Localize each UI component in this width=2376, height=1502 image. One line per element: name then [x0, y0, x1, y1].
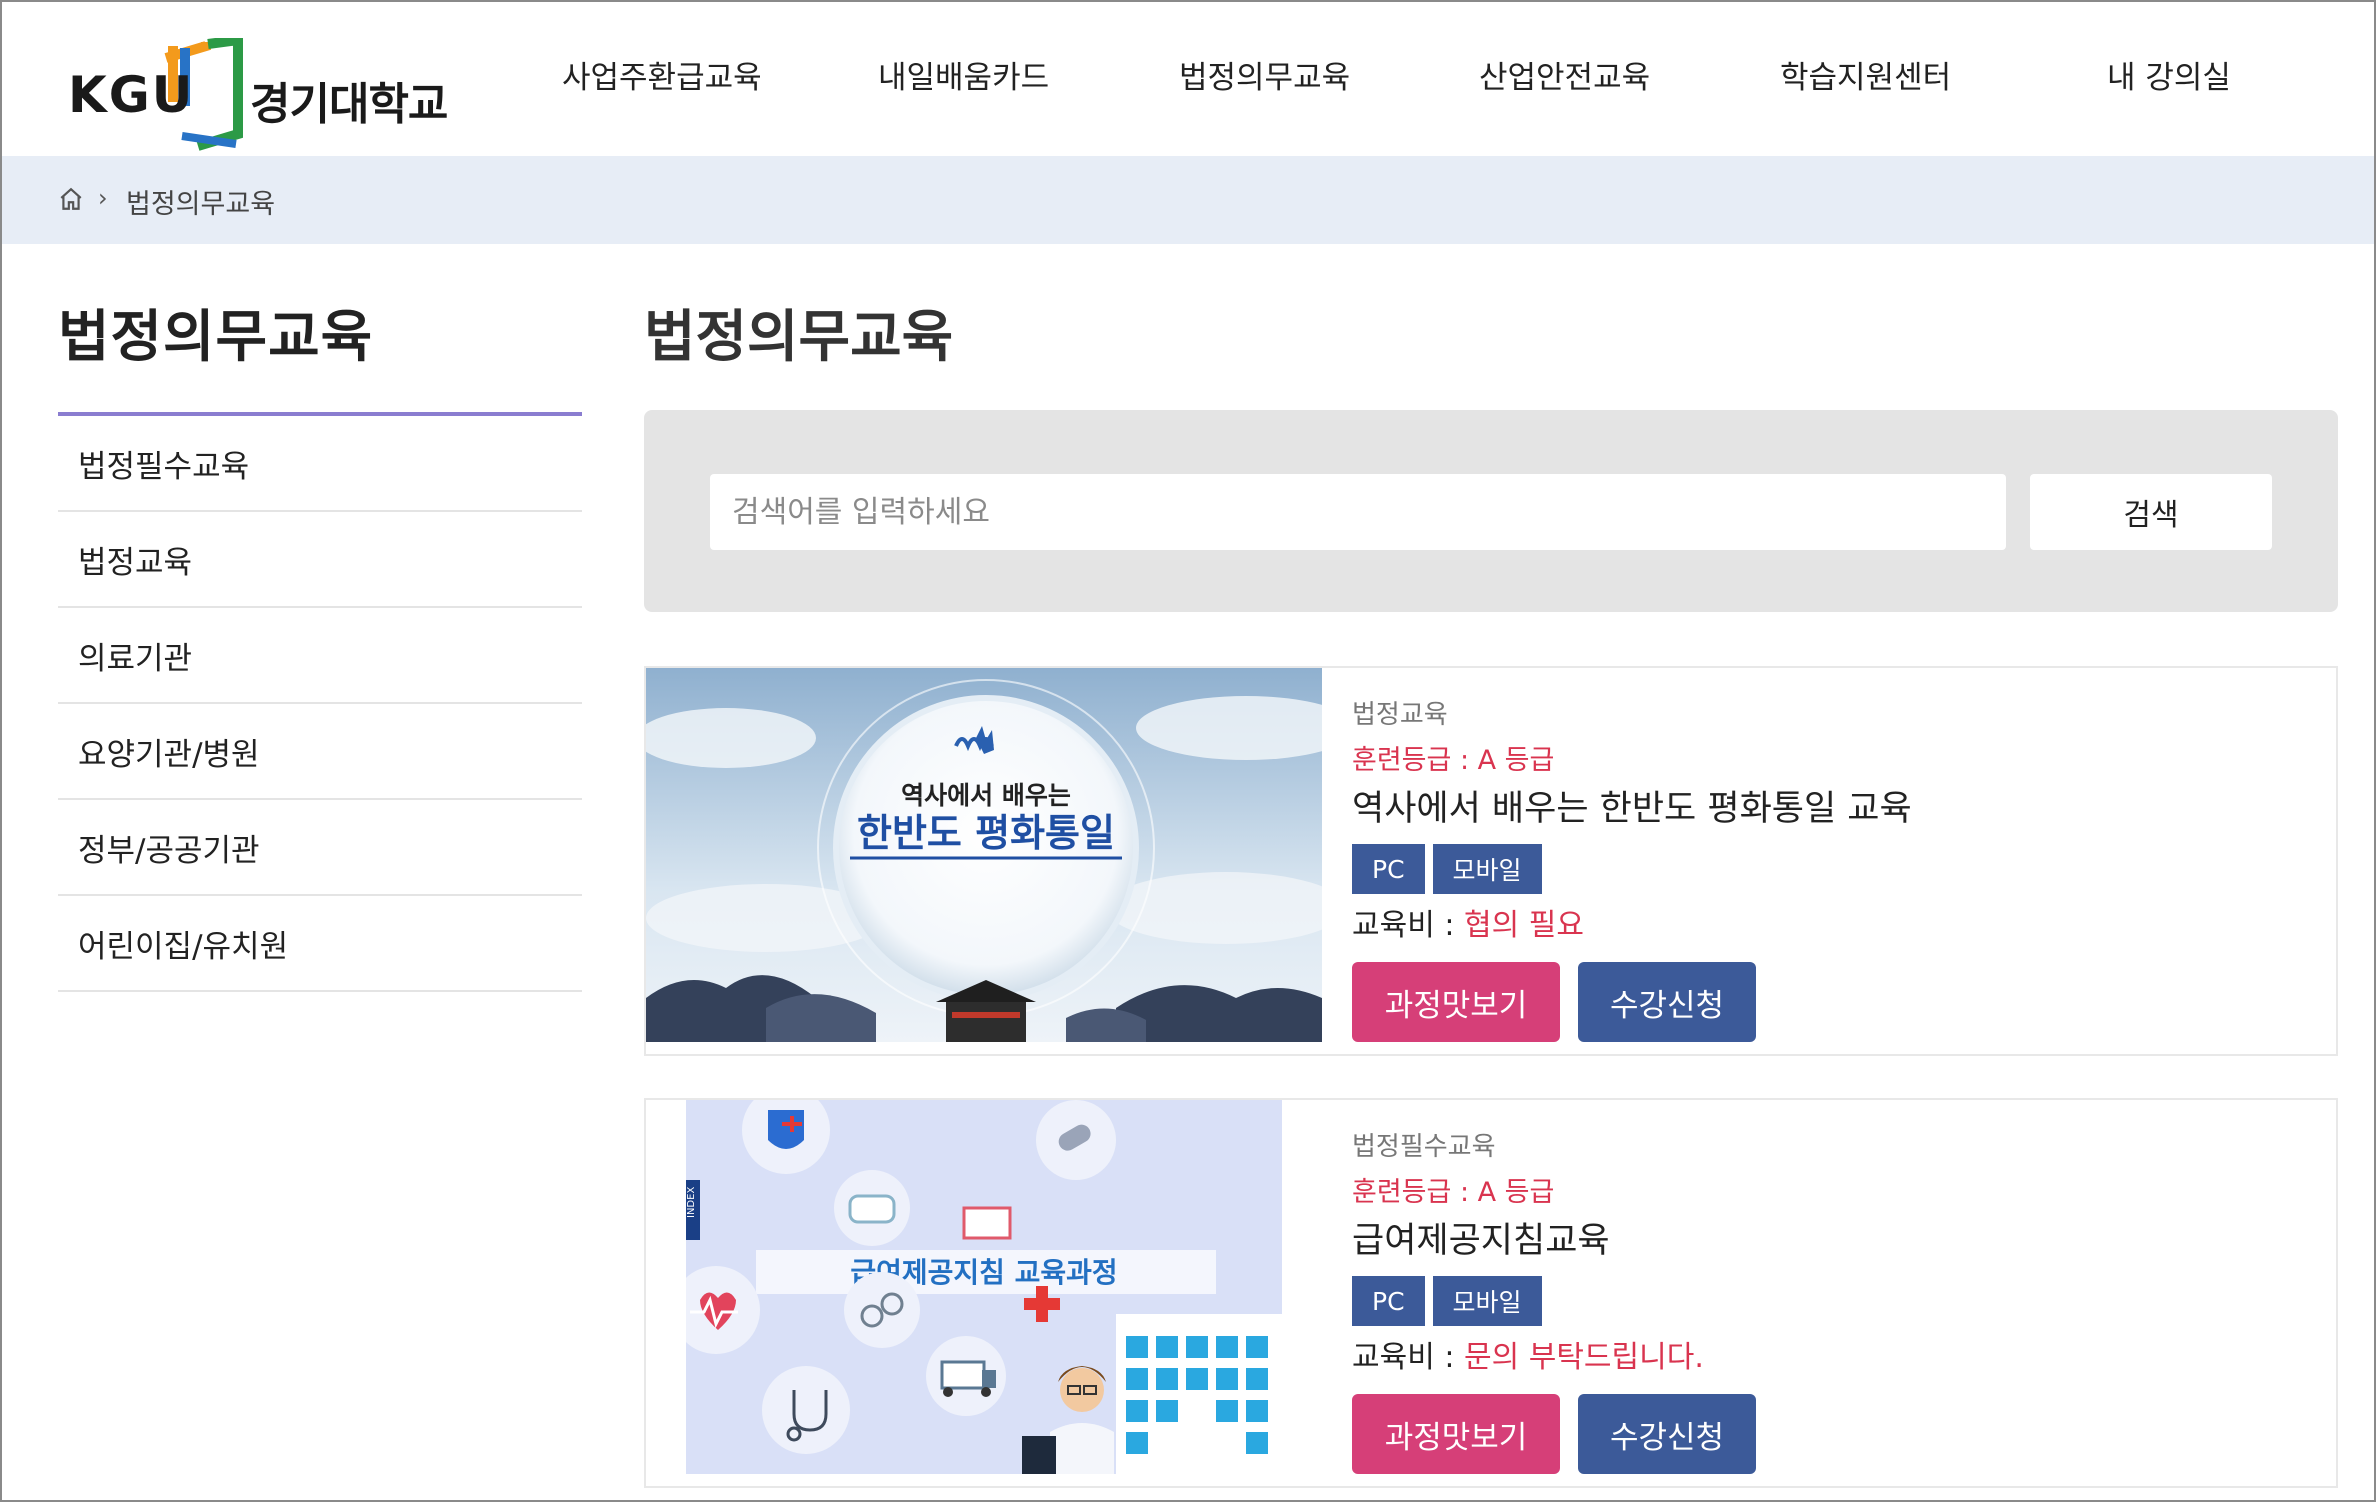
preview-button[interactable]: 과정맛보기: [1352, 1394, 1560, 1474]
course-card: INDEX 급여제공지침 교육과정 법정필수교육 훈련등급: A 등급 급여제…: [644, 1098, 2338, 1488]
tag-pc: PC: [1352, 844, 1425, 894]
sidebar-item-legal-required[interactable]: 법정필수교육: [58, 416, 582, 512]
nav-item-legal-mandatory[interactable]: 법정의무교육: [1179, 52, 1350, 97]
chevron-right-icon: ›: [98, 184, 108, 212]
nav-item-employer-refund[interactable]: 사업주환급교육: [562, 52, 762, 97]
fee-label: 교육비 :: [1352, 908, 1464, 943]
sidebar-item-medical[interactable]: 의료기관: [58, 608, 582, 704]
course-actions: 과정맛보기 수강신청: [1352, 962, 1756, 1042]
fee-value: 문의 부탁드립니다.: [1463, 1340, 1704, 1375]
thumb-tab: INDEX: [686, 1187, 697, 1218]
tag-mobile: 모바일: [1432, 844, 1542, 894]
course-thumbnail[interactable]: 역사에서 배우는 한반도 평화통일: [646, 668, 1322, 1042]
logo-name: 경기대학교: [250, 79, 448, 130]
logo-abbr: KGU: [68, 66, 195, 124]
tag-pc: PC: [1352, 1276, 1425, 1326]
nav-item-my-classroom[interactable]: 내 강의실: [2107, 52, 2231, 97]
main-nav: 사업주환급교육 내일배움카드 법정의무교육 산업안전교육 학습지원센터 내 강의…: [522, 2, 2362, 156]
site-logo[interactable]: KGU 경기대학교: [66, 38, 476, 154]
sidebar-item-legal[interactable]: 법정교육: [58, 512, 582, 608]
course-thumbnail[interactable]: INDEX 급여제공지침 교육과정: [686, 1100, 1282, 1474]
tag-mobile: 모바일: [1432, 1276, 1542, 1326]
apply-button[interactable]: 수강신청: [1578, 962, 1756, 1042]
sidebar-item-public[interactable]: 정부/공공기관: [58, 800, 582, 896]
peace-unification-thumbnail-icon: 역사에서 배우는 한반도 평화통일: [646, 668, 1322, 1042]
search-button[interactable]: 검색: [2030, 474, 2272, 550]
fee-value: 협의 필요: [1463, 908, 1584, 943]
sidebar-item-nursing[interactable]: 요양기관/병원: [58, 704, 582, 800]
home-icon[interactable]: [58, 186, 84, 212]
page-frame: KGU 경기대학교 사업주환급교육 내일배움카드 법정의무교육 산업안전교육 학…: [0, 0, 2376, 1502]
course-grade: 훈련등급 : A 등급: [1352, 745, 1555, 776]
course-category: 법정필수교육: [1352, 1132, 1496, 1162]
course-title[interactable]: 급여제공지침교육: [1352, 1212, 1610, 1263]
sidebar-item-childcare[interactable]: 어린이집/유치원: [58, 896, 582, 992]
search-input[interactable]: [710, 474, 2006, 550]
search-panel: 검색: [644, 410, 2338, 612]
course-actions: 과정맛보기 수강신청: [1352, 1394, 1756, 1474]
site-header: KGU 경기대학교 사업주환급교육 내일배움카드 법정의무교육 산업안전교육 학…: [2, 2, 2374, 156]
sidebar-title: 법정의무교육: [58, 305, 374, 370]
page-title: 법정의무교육: [644, 305, 954, 370]
sidebar-menu: 법정필수교육 법정교육 의료기관 요양기관/병원 정부/공공기관 어린이집/유치…: [58, 416, 582, 992]
fee-label: 교육비 :: [1352, 1340, 1464, 1375]
nav-item-industrial-safety[interactable]: 산업안전교육: [1479, 52, 1650, 97]
thumb-line2: 한반도 평화통일: [857, 811, 1115, 855]
device-tags: PC 모바일: [1352, 844, 1542, 894]
device-tags: PC 모바일: [1352, 1276, 1542, 1326]
course-fee: 교육비 : 문의 부탁드립니다.: [1352, 1332, 1704, 1376]
course-card: 역사에서 배우는 한반도 평화통일 법정교육 훈련등급 : A 등급 역사에서 …: [644, 666, 2338, 1056]
course-title[interactable]: 역사에서 배우는 한반도 평화통일 교육: [1352, 780, 1912, 831]
benefit-guideline-thumbnail-icon: INDEX 급여제공지침 교육과정: [686, 1100, 1282, 1474]
thumb-line1: 역사에서 배우는: [901, 781, 1071, 810]
course-fee: 교육비 : 협의 필요: [1352, 900, 1584, 944]
breadcrumb: [2, 156, 2374, 244]
course-category: 법정교육: [1352, 700, 1448, 730]
apply-button[interactable]: 수강신청: [1578, 1394, 1756, 1474]
course-grade: 훈련등급 : A 등급: [1352, 1177, 1555, 1208]
nav-item-naeil-card[interactable]: 내일배움카드: [878, 52, 1049, 97]
breadcrumb-current[interactable]: 법정의무교육: [126, 182, 275, 221]
preview-button[interactable]: 과정맛보기: [1352, 962, 1560, 1042]
nav-item-learning-center[interactable]: 학습지원센터: [1780, 52, 1951, 97]
